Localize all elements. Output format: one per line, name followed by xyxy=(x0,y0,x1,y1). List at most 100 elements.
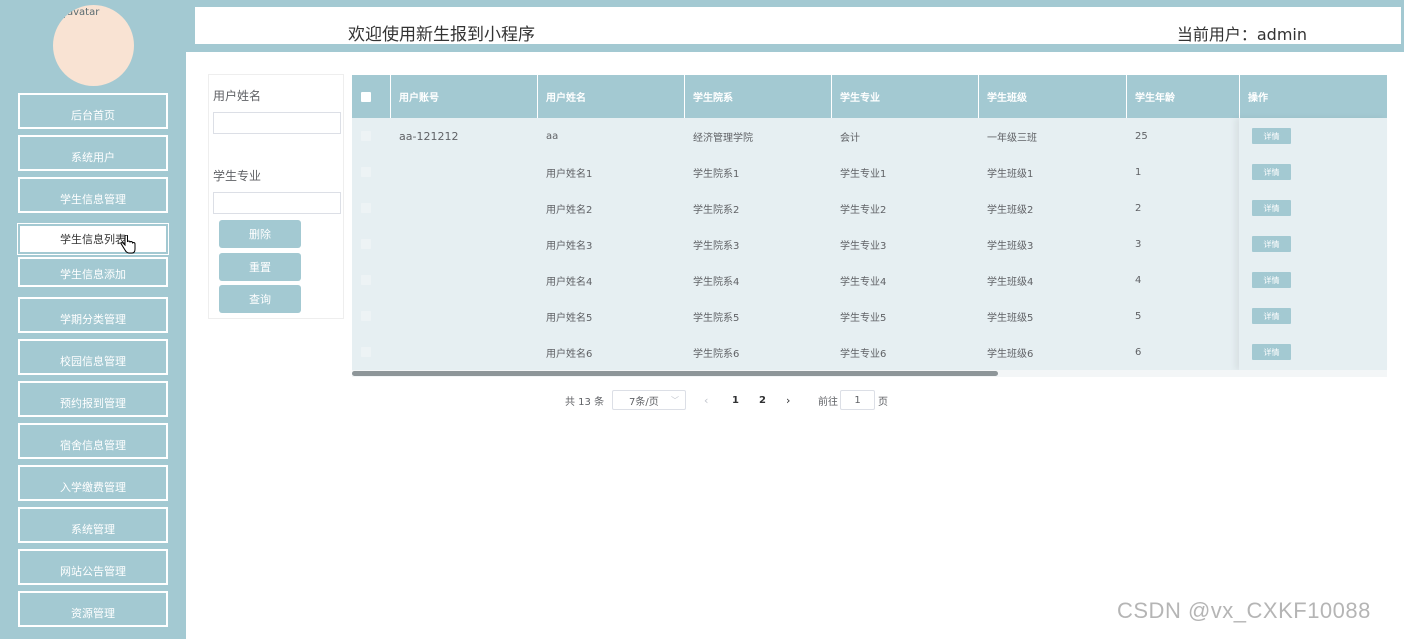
table-row[interactable]: 用户姓名5 学生院系5 学生专业5 学生班级5 5 详情 xyxy=(352,298,1387,334)
cell-account xyxy=(391,262,538,298)
select-all-cell xyxy=(352,75,391,118)
cell-age: 6 xyxy=(1135,346,1142,358)
select-all-checkbox[interactable] xyxy=(361,92,371,102)
chevron-down-icon: ﹀ xyxy=(671,396,679,405)
student-table: 用户账号 用户姓名 学生院系 学生专业 学生班级 学生年龄 操作 aa-1212… xyxy=(352,75,1387,377)
column-header-name[interactable]: 用户姓名 xyxy=(538,75,685,118)
table-row[interactable]: 用户姓名2 学生院系2 学生专业2 学生班级2 2 详情 xyxy=(352,190,1387,226)
table-header: 用户账号 用户姓名 学生院系 学生专业 学生班级 学生年龄 操作 xyxy=(352,75,1387,118)
detail-button[interactable]: 详情 xyxy=(1252,344,1291,360)
row-checkbox[interactable] xyxy=(361,239,371,249)
cell-major: 学生专业5 xyxy=(840,312,887,324)
row-checkbox[interactable] xyxy=(361,275,371,285)
page-number-2[interactable]: 2 xyxy=(759,390,766,410)
detail-button[interactable]: 详情 xyxy=(1252,272,1291,288)
hand-pointer-icon xyxy=(120,235,136,254)
sidebar-item-system-management[interactable]: 系统管理 xyxy=(18,507,168,543)
pagination-total: 共 13 条 xyxy=(565,396,605,408)
cell-account xyxy=(391,298,538,334)
cell-class: 学生班级4 xyxy=(987,276,1034,288)
cell-department: 学生院系2 xyxy=(693,204,740,216)
sidebar-item-label: 学生信息列表 xyxy=(60,233,126,246)
cell-class: 学生班级5 xyxy=(987,312,1034,324)
cell-major: 学生专业6 xyxy=(840,348,887,360)
cell-age: 1 xyxy=(1135,166,1142,178)
row-checkbox[interactable] xyxy=(361,347,371,357)
row-checkbox[interactable] xyxy=(361,167,371,177)
cell-department: 学生院系4 xyxy=(693,276,740,288)
query-button[interactable]: 查询 xyxy=(219,285,301,313)
column-header-department[interactable]: 学生院系 xyxy=(685,75,832,118)
row-checkbox[interactable] xyxy=(361,203,371,213)
header-panel: 欢迎使用新生报到小程序 当前用户：admin xyxy=(193,5,1403,46)
cell-age: 25 xyxy=(1135,130,1148,142)
username-input[interactable] xyxy=(213,112,341,134)
sidebar-item-dormitory-info[interactable]: 宿舍信息管理 xyxy=(18,423,168,459)
horizontal-scrollbar-thumb[interactable] xyxy=(352,371,998,376)
chevron-right-icon: › xyxy=(786,393,791,407)
cell-age: 5 xyxy=(1135,310,1142,322)
current-user-label: 当前用户：admin xyxy=(1176,25,1307,44)
sidebar-item-label: 学生信息添加 xyxy=(60,268,126,281)
column-header-class[interactable]: 学生班级 xyxy=(979,75,1127,118)
cell-department: 学生院系5 xyxy=(693,312,740,324)
column-header-major[interactable]: 学生专业 xyxy=(832,75,979,118)
cell-department: 经济管理学院 xyxy=(693,132,753,144)
goto-page-input[interactable]: 1 xyxy=(840,390,875,410)
sidebar-item-system-users[interactable]: 系统用户 xyxy=(18,135,168,171)
sidebar-item-student-info-list[interactable]: 学生信息列表 xyxy=(17,223,169,255)
column-header-account[interactable]: 用户账号 xyxy=(391,75,538,118)
cell-class: 学生班级2 xyxy=(987,204,1034,216)
major-input[interactable] xyxy=(213,192,341,214)
detail-button[interactable]: 详情 xyxy=(1252,200,1291,216)
page-size-value: 7条/页 xyxy=(629,396,659,408)
prev-page-button[interactable]: ‹ xyxy=(704,390,708,410)
table-row[interactable]: 用户姓名3 学生院系3 学生专业3 学生班级3 3 详情 xyxy=(352,226,1387,262)
cell-name: 用户姓名4 xyxy=(546,276,593,288)
sidebar-item-label: 系统用户 xyxy=(71,151,115,164)
sidebar-item-reservation-check-in[interactable]: 预约报到管理 xyxy=(18,381,168,417)
avatar[interactable]: avatar xyxy=(53,5,134,86)
avatar-alt-text: avatar xyxy=(67,7,100,18)
cell-account xyxy=(391,190,538,226)
page-number-1[interactable]: 1 xyxy=(732,390,739,410)
sidebar-item-semester-category[interactable]: 学期分类管理 xyxy=(18,297,168,333)
cell-name: 用户姓名3 xyxy=(546,240,593,252)
page-title: 欢迎使用新生报到小程序 xyxy=(348,25,535,45)
column-header-age[interactable]: 学生年龄 xyxy=(1127,75,1240,118)
cell-name: 用户姓名1 xyxy=(546,168,593,180)
row-checkbox[interactable] xyxy=(361,311,371,321)
cell-name: 用户姓名2 xyxy=(546,204,593,216)
sidebar-item-student-info-management[interactable]: 学生信息管理 xyxy=(18,177,168,213)
delete-button[interactable]: 删除 xyxy=(219,220,301,248)
cell-major: 学生专业1 xyxy=(840,168,887,180)
top-header: 欢迎使用新生报到小程序 当前用户：admin xyxy=(186,0,1404,52)
detail-button[interactable]: 详情 xyxy=(1252,164,1291,180)
table-row[interactable]: 用户姓名4 学生院系4 学生专业4 学生班级4 4 详情 xyxy=(352,262,1387,298)
sidebar-item-enrollment-fee[interactable]: 入学缴费管理 xyxy=(18,465,168,501)
sidebar-item-student-info-add[interactable]: 学生信息添加 xyxy=(18,257,168,287)
detail-button[interactable]: 详情 xyxy=(1252,236,1291,252)
sidebar-item-home[interactable]: 后台首页 xyxy=(18,93,168,129)
table-row[interactable]: 用户姓名1 学生院系1 学生专业1 学生班级1 1 详情 xyxy=(352,154,1387,190)
search-panel: 用户姓名 学生专业 删除 重置 查询 xyxy=(208,74,344,319)
next-page-button[interactable]: › xyxy=(786,390,790,410)
cell-account xyxy=(391,154,538,190)
sidebar-item-campus-info[interactable]: 校园信息管理 xyxy=(18,339,168,375)
cell-major: 会计 xyxy=(840,132,860,144)
sidebar-item-label: 后台首页 xyxy=(71,109,115,122)
page-size-select[interactable]: 7条/页 ﹀ xyxy=(612,390,686,410)
detail-button[interactable]: 详情 xyxy=(1252,128,1291,144)
cell-department: 学生院系6 xyxy=(693,348,740,360)
table-row[interactable]: 用户姓名6 学生院系6 学生专业6 学生班级6 6 详情 xyxy=(352,334,1387,370)
sidebar-item-label: 入学缴费管理 xyxy=(60,481,126,494)
row-checkbox[interactable] xyxy=(361,131,371,141)
sidebar-item-site-announcements[interactable]: 网站公告管理 xyxy=(18,549,168,585)
sidebar-item-resource-management[interactable]: 资源管理 xyxy=(18,591,168,627)
cell-class: 学生班级6 xyxy=(987,348,1034,360)
detail-button[interactable]: 详情 xyxy=(1252,308,1291,324)
cell-age: 3 xyxy=(1135,238,1142,250)
reset-button[interactable]: 重置 xyxy=(219,253,301,281)
table-row[interactable]: aa-121212 aa 经济管理学院 会计 一年级三班 25 详情 xyxy=(352,118,1387,154)
cell-department: 学生院系3 xyxy=(693,240,740,252)
